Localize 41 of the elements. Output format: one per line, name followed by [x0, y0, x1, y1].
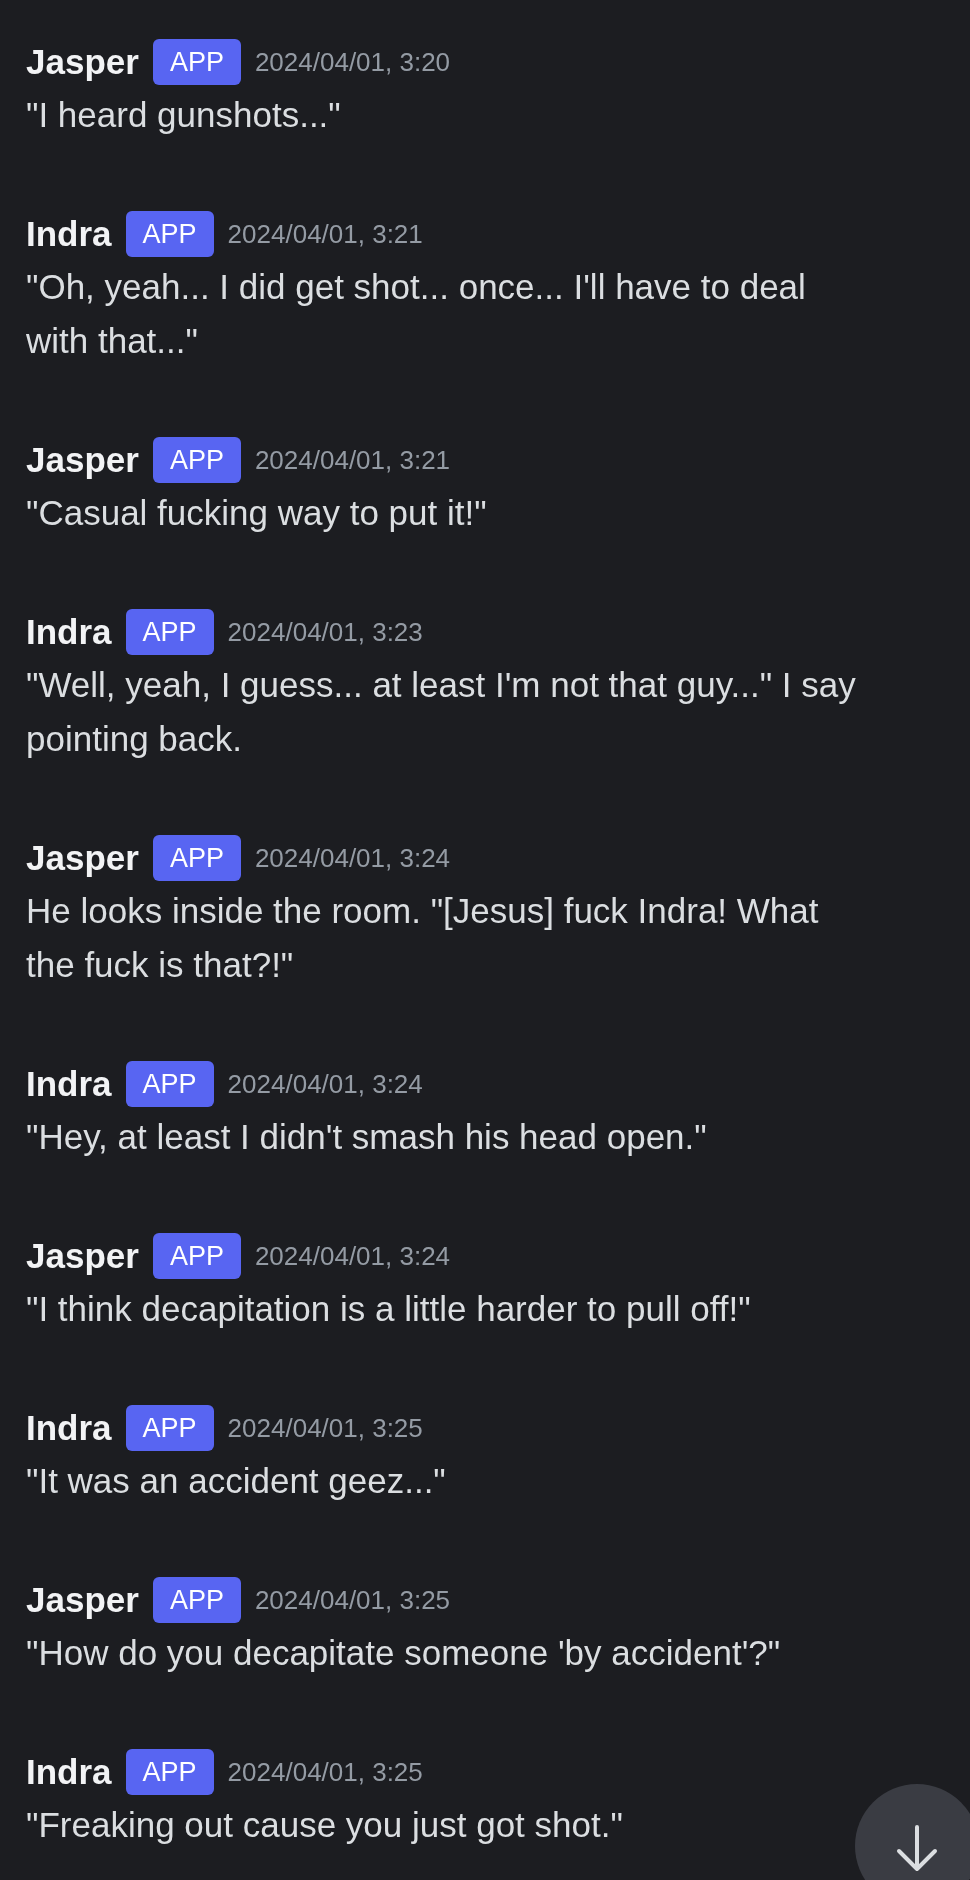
app-badge: APP — [152, 1233, 241, 1279]
app-badge: APP — [125, 1405, 214, 1451]
timestamp: 2024/04/01, 3:24 — [254, 842, 451, 874]
author-name: Indra — [26, 214, 112, 254]
app-badge: APP — [125, 211, 214, 257]
timestamp: 2024/04/01, 3:21 — [254, 444, 451, 476]
author-name: Jasper — [26, 1580, 139, 1620]
author-name: Jasper — [26, 1236, 139, 1276]
message-text: "Well, yeah, I guess... at least I'm not that guy..." I say pointing back. — [26, 664, 857, 760]
timestamp: 2024/04/01, 3:24 — [227, 1068, 423, 1100]
timestamp: 2024/04/01, 3:25 — [227, 1412, 423, 1444]
message-text: "I think decapitation is a little harder to pull off!" — [26, 1288, 751, 1330]
app-badge: APP — [152, 39, 241, 85]
author-name: Indra — [26, 1408, 112, 1448]
author-name: Indra — [26, 612, 112, 652]
app-badge: APP — [152, 835, 241, 881]
author-name: Jasper — [26, 42, 139, 82]
arrow-down-icon — [895, 1824, 939, 1872]
author-name: Indra — [26, 1752, 112, 1792]
author-name: Indra — [26, 1064, 112, 1104]
app-badge: APP — [152, 1577, 241, 1623]
message-text: "I heard gunshots..." — [26, 94, 341, 136]
timestamp: 2024/04/01, 3:24 — [254, 1240, 451, 1272]
timestamp: 2024/04/01, 3:25 — [227, 1756, 423, 1788]
message-text: "How do you decapitate someone 'by accident'?" — [26, 1632, 781, 1674]
app-badge: APP — [125, 1749, 214, 1795]
timestamp: 2024/04/01, 3:25 — [254, 1584, 451, 1616]
message-text: "Casual fucking way to put it!" — [26, 492, 487, 534]
app-badge: APP — [152, 437, 241, 483]
message-text: "Freaking out cause you just got shot." — [26, 1804, 623, 1846]
message-text: "Hey, at least I didn't smash his head open." — [26, 1116, 707, 1158]
timestamp: 2024/04/01, 3:21 — [227, 218, 423, 250]
timestamp: 2024/04/01, 3:20 — [254, 46, 451, 78]
message-text: He looks inside the room. "[Jesus] fuck Indra! What the fuck is that?!" — [26, 890, 820, 986]
message-text: "Oh, yeah... I did get shot... once... I'll have to deal with that..." — [26, 266, 807, 362]
author-name: Jasper — [26, 440, 139, 480]
timestamp: 2024/04/01, 3:23 — [227, 616, 423, 648]
message-text: "It was an accident geez..." — [26, 1460, 446, 1502]
app-badge: APP — [125, 1061, 214, 1107]
app-badge: APP — [125, 609, 214, 655]
author-name: Jasper — [26, 838, 139, 878]
